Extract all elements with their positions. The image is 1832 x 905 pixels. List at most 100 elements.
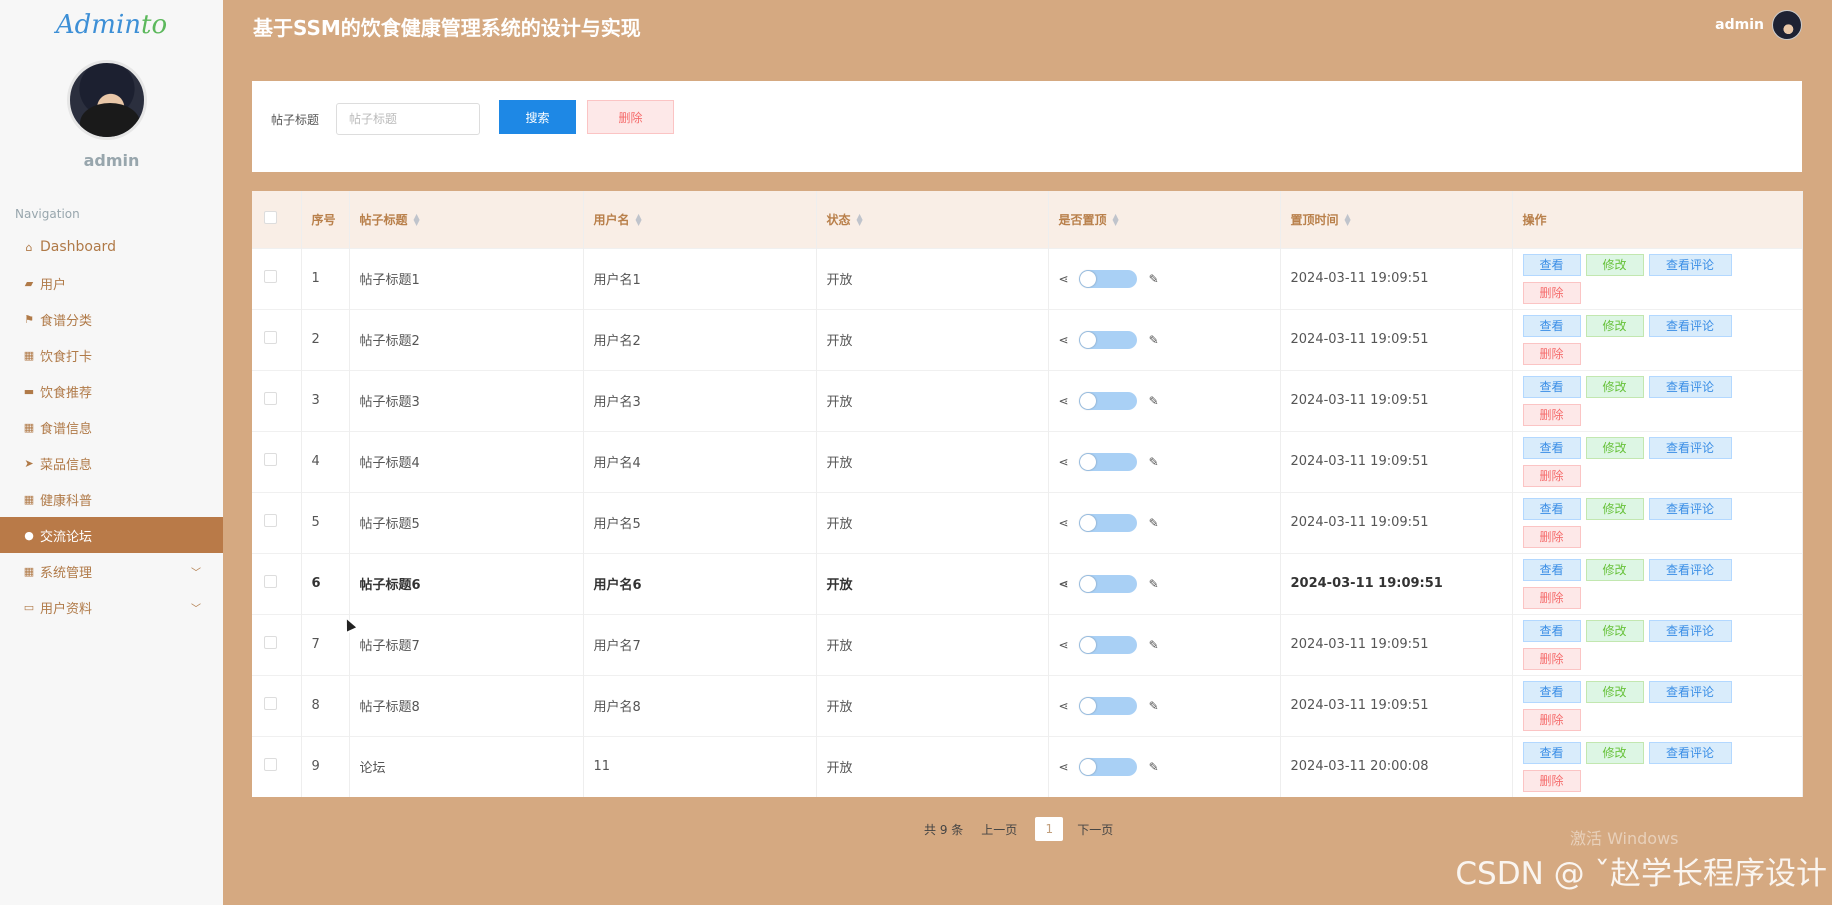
view-button[interactable]: 查看: [1522, 314, 1581, 337]
row-checkbox[interactable]: [264, 697, 277, 710]
delete-button[interactable]: 删除: [1522, 769, 1581, 792]
view-button[interactable]: 查看: [1522, 436, 1581, 459]
view-button[interactable]: 查看: [1522, 253, 1581, 276]
view-button[interactable]: 查看: [1522, 558, 1581, 581]
column-pinned[interactable]: 是否置顶 ▲ ▼: [1048, 191, 1281, 248]
edit-pen-icon[interactable]: ✎: [1149, 394, 1159, 408]
user-menu[interactable]: admin: [1715, 10, 1802, 40]
delete-button[interactable]: 删除: [1522, 464, 1581, 487]
table-row[interactable]: 3 帖子标题3 用户名3 开放 ⋖ ✎ 2024-03-11 19:09:51 查看 修改 查看评…: [252, 369, 1803, 431]
view-comments-button[interactable]: 查看评论: [1648, 680, 1732, 703]
sort-icon[interactable]: ▲ ▼: [1113, 213, 1119, 227]
column-username[interactable]: 用户名 ▲ ▼: [583, 191, 817, 248]
row-checkbox[interactable]: [264, 758, 277, 772]
edit-pen-icon[interactable]: ✎: [1149, 272, 1159, 286]
sidebar-item-4[interactable]: ▬ 饮食推荐: [0, 373, 223, 409]
delete-button[interactable]: 删除: [1522, 525, 1581, 548]
share-icon[interactable]: ⋖: [1059, 760, 1069, 774]
delete-button[interactable]: 删除: [1522, 586, 1581, 609]
share-icon[interactable]: ⋖: [1059, 699, 1069, 713]
pin-toggle[interactable]: [1078, 757, 1137, 776]
table-row[interactable]: 2 帖子标题2 用户名2 开放 ⋖ ✎ 2024-03-11 19:09:51 查看 修改 查看评…: [252, 308, 1803, 370]
pin-toggle[interactable]: [1078, 330, 1137, 349]
edit-pen-icon[interactable]: ✎: [1149, 638, 1159, 652]
share-icon[interactable]: ⋖: [1059, 577, 1069, 591]
edit-button[interactable]: 修改: [1585, 375, 1644, 398]
avatar[interactable]: [1772, 10, 1802, 40]
edit-pen-icon[interactable]: ✎: [1149, 760, 1159, 774]
page-number[interactable]: 1: [1035, 817, 1064, 841]
edit-pen-icon[interactable]: ✎: [1149, 699, 1159, 713]
sidebar-item-9[interactable]: ▦ 系统管理 ﹀: [0, 553, 223, 589]
view-button[interactable]: 查看: [1522, 619, 1581, 642]
delete-button[interactable]: 删除: [1522, 708, 1581, 731]
share-icon[interactable]: ⋖: [1059, 333, 1069, 347]
prev-page-button[interactable]: 上一页: [981, 821, 1017, 838]
row-checkbox[interactable]: [264, 514, 277, 527]
table-row[interactable]: 7 帖子标题7 用户名7 开放 ⋖ ✎ 2024-03-11 19:09:51 查看 修改 查看评…: [252, 613, 1803, 675]
view-comments-button[interactable]: 查看评论: [1648, 619, 1732, 642]
sidebar-item-2[interactable]: ⚑ 食谱分类: [0, 301, 223, 337]
delete-button[interactable]: 删除: [1522, 647, 1581, 670]
view-comments-button[interactable]: 查看评论: [1648, 436, 1732, 459]
edit-button[interactable]: 修改: [1585, 314, 1644, 337]
table-row[interactable]: 6 帖子标题6 用户名6 开放 ⋖ ✎ 2024-03-11 19:09:51 查看 修改 查看评…: [252, 552, 1803, 614]
view-button[interactable]: 查看: [1522, 741, 1581, 764]
delete-button[interactable]: 删除: [1522, 403, 1581, 426]
table-row[interactable]: 4 帖子标题4 用户名4 开放 ⋖ ✎ 2024-03-11 19:09:51 查看 修改 查看评…: [252, 430, 1803, 492]
view-comments-button[interactable]: 查看评论: [1648, 314, 1732, 337]
pin-toggle[interactable]: [1078, 452, 1137, 471]
view-button[interactable]: 查看: [1522, 680, 1581, 703]
sidebar-item-0[interactable]: ⌂ Dashboard: [0, 229, 223, 265]
bulk-delete-button[interactable]: 删除: [587, 100, 674, 134]
row-checkbox[interactable]: [264, 453, 277, 466]
search-input[interactable]: [336, 103, 480, 135]
edit-pen-icon[interactable]: ✎: [1149, 577, 1159, 591]
view-button[interactable]: 查看: [1522, 375, 1581, 398]
share-icon[interactable]: ⋖: [1059, 516, 1069, 530]
pin-toggle[interactable]: [1078, 269, 1137, 288]
view-comments-button[interactable]: 查看评论: [1648, 558, 1732, 581]
row-checkbox[interactable]: [264, 331, 277, 344]
pin-toggle[interactable]: [1078, 391, 1137, 410]
edit-button[interactable]: 修改: [1585, 497, 1644, 520]
edit-button[interactable]: 修改: [1585, 619, 1644, 642]
chevron-down-icon[interactable]: ﹀: [191, 600, 201, 615]
table-row[interactable]: 8 帖子标题8 用户名8 开放 ⋖ ✎ 2024-03-11 19:09:51 查看 修改 查看评…: [252, 674, 1803, 736]
column-title[interactable]: 帖子标题 ▲ ▼: [349, 191, 584, 248]
view-comments-button[interactable]: 查看评论: [1648, 375, 1732, 398]
view-comments-button[interactable]: 查看评论: [1648, 497, 1732, 520]
pin-toggle[interactable]: [1078, 696, 1137, 715]
sort-icon[interactable]: ▲ ▼: [636, 213, 642, 227]
table-row[interactable]: 5 帖子标题5 用户名5 开放 ⋖ ✎ 2024-03-11 19:09:51 查看 修改 查看评…: [252, 491, 1803, 553]
sidebar-item-8[interactable]: ● 交流论坛: [0, 517, 223, 553]
chevron-down-icon[interactable]: ﹀: [191, 564, 201, 579]
edit-pen-icon[interactable]: ✎: [1149, 455, 1159, 469]
pin-toggle[interactable]: [1078, 635, 1137, 654]
sidebar-item-3[interactable]: ▦ 饮食打卡: [0, 337, 223, 373]
delete-button[interactable]: 删除: [1522, 281, 1581, 304]
select-all-checkbox[interactable]: [264, 211, 277, 225]
view-comments-button[interactable]: 查看评论: [1648, 253, 1732, 276]
row-checkbox[interactable]: [264, 392, 277, 405]
edit-button[interactable]: 修改: [1585, 741, 1644, 764]
column-status[interactable]: 状态 ▲ ▼: [816, 191, 1049, 248]
search-button[interactable]: 搜索: [499, 100, 576, 134]
sidebar-item-6[interactable]: ➤ 菜品信息: [0, 445, 223, 481]
edit-pen-icon[interactable]: ✎: [1149, 333, 1159, 347]
sort-icon[interactable]: ▲ ▼: [1345, 213, 1351, 227]
column-pin-time[interactable]: 置顶时间 ▲ ▼: [1280, 191, 1513, 248]
row-checkbox[interactable]: [264, 636, 277, 649]
next-page-button[interactable]: 下一页: [1077, 821, 1113, 838]
delete-button[interactable]: 删除: [1522, 342, 1581, 365]
sort-icon[interactable]: ▲ ▼: [857, 213, 863, 227]
sidebar-item-1[interactable]: ▰ 用户: [0, 265, 223, 301]
sidebar-item-7[interactable]: ▦ 健康科普: [0, 481, 223, 517]
row-checkbox[interactable]: [264, 270, 277, 283]
sidebar-item-10[interactable]: ▭ 用户资料 ﹀: [0, 589, 223, 625]
view-comments-button[interactable]: 查看评论: [1648, 741, 1732, 764]
share-icon[interactable]: ⋖: [1059, 394, 1069, 408]
sort-icon[interactable]: ▲ ▼: [414, 213, 420, 227]
sidebar-item-5[interactable]: ▦ 食谱信息: [0, 409, 223, 445]
share-icon[interactable]: ⋖: [1059, 455, 1069, 469]
